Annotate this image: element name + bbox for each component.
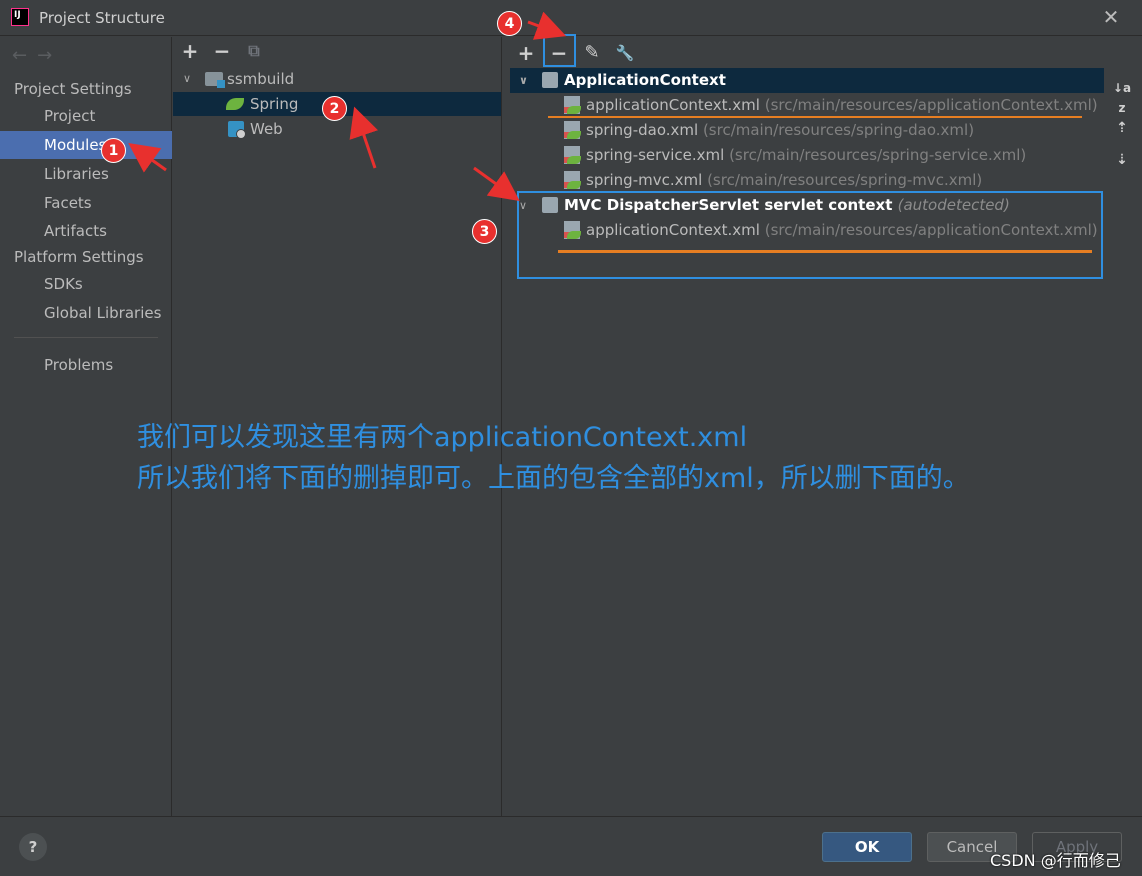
file-path: (src/main/resources/spring-service.xml) [729,146,1027,164]
nav-item-sdks[interactable]: SDKs [0,270,172,298]
tree-row-ssmbuild[interactable]: ∨ ssmbuild [173,67,501,91]
expand-all-icon[interactable]: ⇡ [1112,118,1132,138]
spring-xml-icon [564,146,581,164]
context-group-applicationcontext[interactable]: ∨ ApplicationContext [510,68,1104,93]
context-file-row[interactable]: applicationContext.xml (src/main/resourc… [510,93,1104,118]
chevron-down-icon[interactable]: ∨ [519,68,528,93]
close-icon[interactable]: ✕ [1100,6,1122,28]
add-module-button[interactable]: + [179,40,201,62]
nav-item-artifacts[interactable]: Artifacts [0,217,172,245]
sort-alpha-icon[interactable]: ↓a z [1112,78,1132,115]
highlight-box-mvc-context [517,191,1103,279]
context-group-name: ApplicationContext [564,71,726,89]
step-badge-2: 2 [322,96,347,121]
file-name: spring-dao.xml [586,121,699,139]
ok-button[interactable]: OK [822,832,912,862]
module-name: ssmbuild [227,70,295,88]
dialog-footer: ? OK Cancel Apply CSDN @行而修己 [0,816,1142,876]
step-badge-4: 4 [497,11,522,36]
history-nav: ←→ [12,45,62,66]
file-path: (src/main/resources/spring-mvc.xml) [707,171,983,189]
platform-settings-heading: Platform Settings [14,248,144,266]
back-arrow-icon[interactable]: ← [12,45,37,66]
spring-xml-icon [564,96,581,114]
edit-pencil-icon[interactable]: ✎ [581,42,603,64]
chevron-down-icon[interactable]: ∨ [183,67,191,91]
facet-name-web: Web [250,120,283,138]
tree-side-toolbar: ↓a z ⇡ ⇣ [1104,68,1142,816]
highlight-underline [548,116,1082,118]
web-facet-icon [228,121,246,139]
add-context-button[interactable]: + [515,42,537,64]
step-badge-3: 3 [472,219,497,244]
file-path: (src/main/resources/applicationContext.x… [764,96,1098,114]
annotation-line-2: 所以我们将下面的删掉即可。上面的包含全部的xml，所以删下面的。 [137,463,970,494]
nav-item-project[interactable]: Project [0,102,172,130]
highlight-underline [558,250,1092,253]
intellij-logo-icon [11,8,29,26]
context-file-row[interactable]: spring-mvc.xml (src/main/resources/sprin… [510,168,1104,193]
spring-leaf-icon [226,98,244,110]
nav-item-global-libraries[interactable]: Global Libraries [0,299,172,327]
wrench-icon[interactable]: 🔧 [614,42,636,64]
nav-item-problems[interactable]: Problems [0,351,172,379]
spring-xml-icon [564,121,581,139]
step-badge-1: 1 [101,138,126,163]
context-group-icon [542,72,558,88]
module-folder-icon [205,72,225,88]
facet-name-spring: Spring [250,95,299,113]
nav-item-libraries[interactable]: Libraries [0,160,172,188]
file-name: spring-service.xml [586,146,725,164]
highlight-box-remove-button [543,34,576,67]
spring-xml-icon [564,171,581,189]
context-file-row[interactable]: spring-service.xml (src/main/resources/s… [510,143,1104,168]
file-path: (src/main/resources/spring-dao.xml) [702,121,975,139]
csdn-watermark: CSDN @行而修己 [990,851,1121,870]
context-file-row[interactable]: spring-dao.xml (src/main/resources/sprin… [510,118,1104,143]
project-settings-heading: Project Settings [14,80,132,98]
remove-module-button[interactable]: − [211,40,233,62]
file-name: spring-mvc.xml [586,171,703,189]
collapse-all-icon[interactable]: ⇣ [1112,150,1132,170]
window-title: Project Structure [39,9,165,27]
copy-module-icon[interactable]: ⧉ [243,40,265,62]
annotation-line-1: 我们可以发现这里有两个applicationContext.xml [137,422,748,453]
forward-arrow-icon[interactable]: → [37,45,62,66]
file-name: applicationContext.xml [586,96,760,114]
nav-item-facets[interactable]: Facets [0,189,172,217]
help-icon[interactable]: ? [19,833,47,861]
title-bar: Project Structure ✕ [0,0,1142,36]
nav-divider [14,337,158,338]
nav-item-modules[interactable]: Modules [0,131,172,159]
